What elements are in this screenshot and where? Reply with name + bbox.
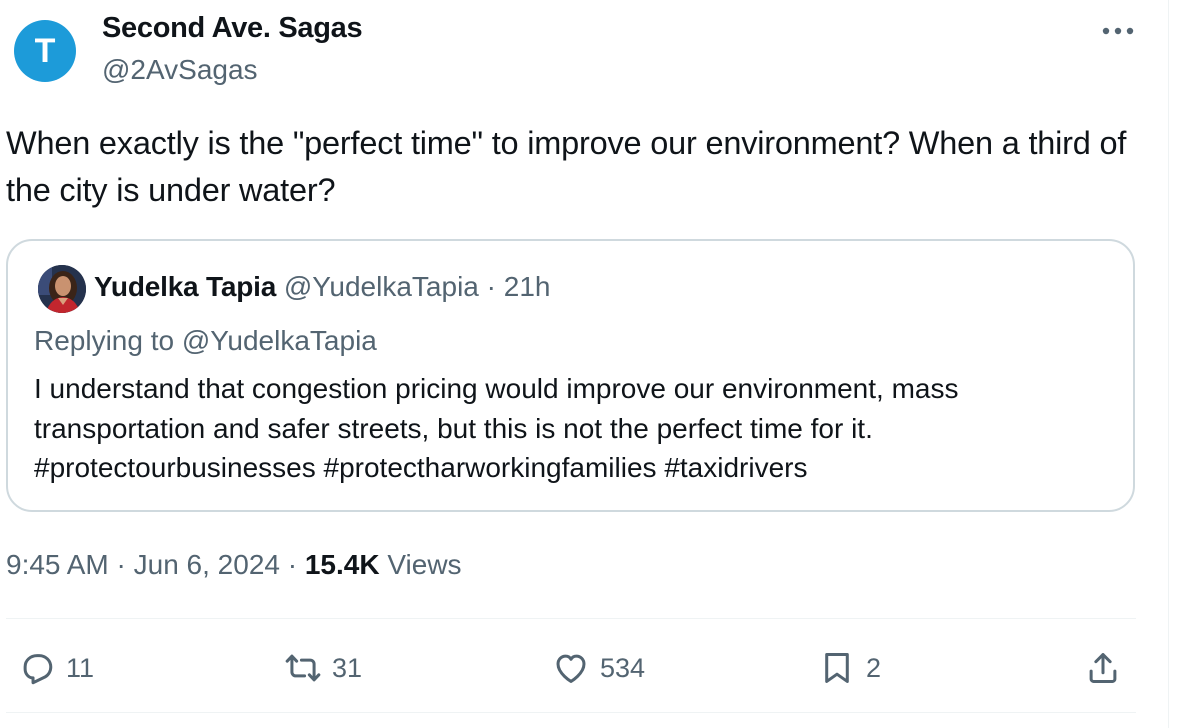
- divider: [6, 618, 1136, 619]
- meta-separator: ·: [116, 549, 126, 580]
- replying-to: Replying to @YudelkaTapia: [34, 325, 377, 356]
- quoted-time[interactable]: 21h: [504, 271, 551, 302]
- retweet-icon: [285, 654, 321, 682]
- share-icon: [1089, 653, 1117, 683]
- bookmark-icon: [825, 653, 849, 683]
- divider: [6, 712, 1136, 713]
- reply-button[interactable]: 11: [18, 640, 94, 696]
- reply-icon: [23, 654, 53, 685]
- quoted-separator: ·: [486, 271, 496, 302]
- retweet-button[interactable]: 31: [284, 640, 362, 696]
- like-count: 534: [600, 652, 646, 683]
- bookmark-count: 2: [866, 652, 882, 683]
- author-name[interactable]: Second Ave. Sagas: [102, 12, 363, 45]
- avatar-letter: T: [34, 31, 56, 70]
- author-handle[interactable]: @2AvSagas: [102, 54, 258, 86]
- share-button[interactable]: [1084, 640, 1122, 696]
- quoted-author-avatar[interactable]: [38, 265, 86, 313]
- quoted-text: I understand that congestion pricing wou…: [34, 373, 959, 483]
- views-label: Views: [387, 549, 462, 580]
- retweet-count: 31: [332, 652, 363, 683]
- tweet-text: When exactly is the "perfect time" to im…: [6, 125, 1127, 208]
- quoted-author-name[interactable]: Yudelka Tapia: [94, 271, 276, 302]
- meta-separator: ·: [287, 549, 298, 580]
- tweet-date[interactable]: Jun 6, 2024: [134, 549, 280, 580]
- quoted-author-handle[interactable]: @YudelkaTapia: [284, 271, 479, 302]
- action-bar: 11 31 534 2: [0, 640, 1140, 696]
- ellipsis-icon: [1102, 27, 1134, 35]
- tweet-time[interactable]: 9:45 AM: [6, 549, 109, 580]
- quoted-tweet-card[interactable]: Yudelka Tapia @YudelkaTapia · 21h Replyi…: [6, 239, 1135, 512]
- reply-count: 11: [66, 652, 95, 683]
- views-count: 15.4K: [304, 549, 380, 580]
- author-avatar[interactable]: T: [14, 20, 76, 82]
- like-icon: [556, 654, 586, 683]
- more-options-button[interactable]: [1096, 16, 1140, 46]
- person-photo-icon: [38, 265, 86, 313]
- bookmark-button[interactable]: 2: [818, 640, 881, 696]
- quoted-header: Yudelka Tapia @YudelkaTapia · 21h: [94, 271, 550, 303]
- tweet-meta: 9:45 AM · Jun 6, 2024 · 15.4K Views: [6, 549, 462, 581]
- like-button[interactable]: 534: [552, 640, 645, 696]
- column-border: [1168, 0, 1169, 728]
